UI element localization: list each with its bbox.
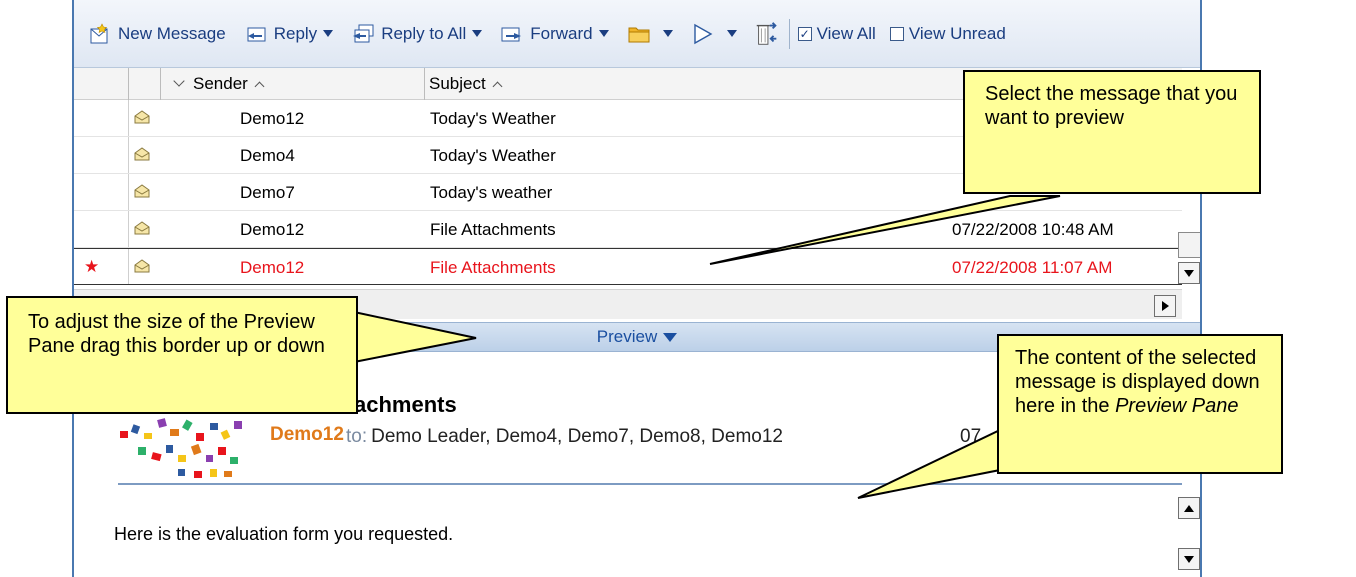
flag-button[interactable] bbox=[691, 23, 737, 45]
preview-header-divider bbox=[118, 483, 1182, 485]
message-sender: Demo12 bbox=[240, 258, 305, 277]
sender-column-header[interactable]: Sender bbox=[160, 68, 424, 100]
move-to-folder-button[interactable] bbox=[627, 23, 673, 45]
column-divider bbox=[128, 137, 129, 173]
sort-ascending-icon bbox=[254, 81, 265, 91]
column-divider bbox=[128, 249, 129, 284]
icon-column-header[interactable] bbox=[128, 68, 160, 100]
column-divider bbox=[128, 174, 129, 210]
subject-header-label: Subject bbox=[429, 74, 486, 93]
trash-icon bbox=[756, 21, 777, 45]
envelope-icon bbox=[134, 110, 150, 124]
callout-select-text: Select the message that you want to prev… bbox=[985, 83, 1238, 129]
list-scrollbar-thumb[interactable] bbox=[1178, 232, 1200, 258]
new-star-icon: ★ bbox=[84, 257, 100, 276]
message-subject: Today's Weather bbox=[430, 146, 556, 165]
reply-all-dropdown-icon[interactable] bbox=[472, 30, 483, 37]
flag-icon bbox=[693, 23, 713, 44]
reply-all-label: Reply to All bbox=[381, 23, 467, 43]
reply-button[interactable]: Reply bbox=[244, 23, 334, 45]
preview-date: 07 bbox=[960, 426, 982, 447]
preview-scroll-down-button[interactable] bbox=[1178, 548, 1200, 570]
message-date: 07/22/2008 10:48 AM bbox=[952, 220, 1114, 239]
sender-header-label: Sender bbox=[193, 74, 248, 93]
callout-content-italic: Preview Pane bbox=[1115, 395, 1239, 417]
preview-scroll-up-button[interactable] bbox=[1178, 497, 1200, 519]
column-divider bbox=[128, 211, 129, 247]
list-scroll-down-button[interactable] bbox=[1178, 262, 1200, 284]
callout-adjust-pane: To adjust the size of the Preview Pane d… bbox=[6, 296, 358, 414]
forward-button[interactable]: Forward bbox=[500, 23, 609, 45]
preview-body: Here is the evaluation form you requeste… bbox=[114, 524, 454, 544]
envelope-icon bbox=[134, 184, 150, 198]
forward-icon bbox=[501, 27, 522, 41]
message-subject: File Attachments bbox=[430, 220, 556, 239]
message-sender: Demo7 bbox=[240, 183, 295, 202]
callout-select-message: Select the message that you want to prev… bbox=[963, 70, 1261, 194]
preview-recipients: to: Demo Leader, Demo4, Demo7, Demo8, Dem… bbox=[346, 426, 783, 448]
view-all-checkbox[interactable]: ✓ bbox=[797, 26, 812, 41]
message-sender: Demo12 bbox=[240, 109, 305, 128]
sort-ascending-icon bbox=[492, 81, 503, 91]
scroll-right-button[interactable] bbox=[1154, 295, 1176, 317]
forward-label: Forward bbox=[530, 23, 593, 43]
table-row[interactable]: Demo12 File Attachments 07/22/2008 10:48… bbox=[74, 211, 1182, 248]
recipient-list: Demo Leader, Demo4, Demo7, Demo8, Demo12 bbox=[371, 426, 783, 447]
toolbar: New Message Reply Reply to All Forward ✓… bbox=[74, 0, 1200, 68]
view-all-label: View All bbox=[816, 23, 876, 43]
arrow-up-icon bbox=[1184, 504, 1194, 512]
folder-dropdown-icon[interactable] bbox=[662, 30, 673, 37]
view-all-toggle[interactable]: ✓ View All bbox=[797, 23, 876, 44]
reply-dropdown-icon[interactable] bbox=[323, 30, 334, 37]
new-message-button[interactable]: New Message bbox=[88, 22, 226, 45]
flag-dropdown-icon[interactable] bbox=[726, 30, 737, 37]
view-unread-label: View Unread bbox=[908, 23, 1006, 43]
folder-icon bbox=[628, 27, 650, 42]
callout-preview-pane: The content of the selected message is d… bbox=[997, 334, 1283, 474]
sender-avatar-icon bbox=[120, 418, 242, 478]
reply-all-button[interactable]: Reply to All bbox=[351, 23, 483, 45]
reply-all-icon bbox=[353, 24, 374, 42]
envelope-icon bbox=[134, 221, 150, 235]
arrow-right-icon bbox=[1161, 301, 1169, 311]
triangle-down-icon[interactable] bbox=[663, 332, 678, 342]
message-subject: File Attachments bbox=[430, 258, 556, 277]
reply-label: Reply bbox=[273, 23, 318, 43]
forward-dropdown-icon[interactable] bbox=[598, 30, 609, 37]
toolbar-separator bbox=[788, 18, 790, 49]
new-message-label: New Message bbox=[118, 23, 226, 43]
envelope-icon bbox=[134, 259, 150, 273]
message-subject: Today's weather bbox=[430, 183, 553, 202]
to-label: to: bbox=[346, 426, 368, 447]
preview-subject: achments bbox=[354, 392, 457, 417]
delete-button[interactable] bbox=[755, 20, 785, 48]
message-subject: Today's Weather bbox=[430, 109, 556, 128]
column-divider bbox=[128, 100, 129, 136]
arrow-down-icon bbox=[1184, 555, 1194, 563]
table-row-selected[interactable]: ★ Demo12 File Attachments 07/22/2008 11:… bbox=[74, 248, 1182, 285]
reply-icon bbox=[247, 27, 266, 41]
new-message-icon bbox=[90, 22, 108, 43]
subject-column-header[interactable]: Subject bbox=[424, 68, 984, 100]
view-unread-checkbox[interactable] bbox=[889, 26, 904, 41]
message-sender: Demo4 bbox=[240, 146, 295, 165]
callout-adjust-text: To adjust the size of the Preview Pane d… bbox=[28, 311, 325, 357]
envelope-icon bbox=[134, 147, 150, 161]
preview-bar-label: Preview bbox=[596, 327, 658, 346]
preview-sender[interactable]: Demo12 bbox=[270, 424, 344, 446]
chevron-down-icon[interactable] bbox=[173, 75, 185, 87]
view-unread-toggle[interactable]: View Unread bbox=[889, 23, 1006, 44]
arrow-down-icon bbox=[1184, 269, 1194, 277]
message-sender: Demo12 bbox=[240, 220, 305, 239]
message-date: 07/22/2008 11:07 AM bbox=[952, 258, 1113, 277]
